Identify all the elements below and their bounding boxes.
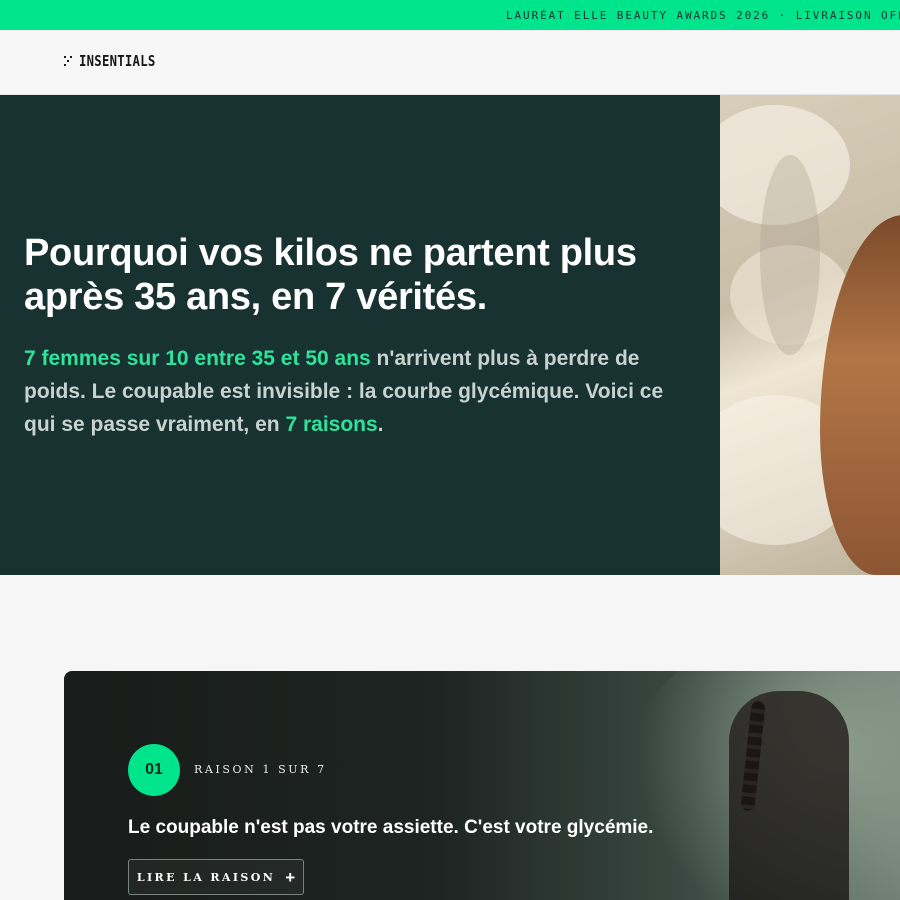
logo[interactable]: INSENTIALS	[64, 52, 172, 70]
logo-dots-icon	[64, 54, 74, 68]
reason-card: 01 RAISON 1 SUR 7 Le coupable n'est pas …	[64, 671, 900, 900]
hero-highlight-stat: 7 femmes sur 10 entre 35 et 50 ans	[24, 347, 371, 370]
hero-image	[720, 95, 900, 575]
announcement-text: LAURÉAT ELLE BEAUTY AWARDS 2026 · LIVRAI…	[506, 9, 900, 22]
site-header: INSENTIALS	[0, 30, 900, 95]
reason-title: Le coupable n'est pas votre assiette. C'…	[128, 817, 654, 838]
reason-number-badge: 01	[128, 744, 180, 796]
hero-highlight-reasons: 7 raisons	[285, 413, 378, 436]
hero-subtitle: 7 femmes sur 10 entre 35 et 50 ans n'arr…	[24, 342, 664, 441]
hero-subtitle-end: .	[377, 413, 384, 436]
read-reason-label: LIRE LA RAISON	[136, 870, 276, 884]
reason-label: RAISON 1 SUR 7	[194, 763, 327, 776]
announcement-bar: LAURÉAT ELLE BEAUTY AWARDS 2026 · LIVRAI…	[0, 0, 900, 30]
logo-text: INSENTIALS	[79, 52, 156, 70]
read-reason-button[interactable]: LIRE LA RAISON +	[128, 859, 304, 895]
hero-section: Pourquoi vos kilos ne partent plus après…	[0, 95, 900, 575]
hero-panel: Pourquoi vos kilos ne partent plus après…	[0, 95, 720, 575]
plus-icon: +	[285, 867, 296, 887]
hero-title: Pourquoi vos kilos ne partent plus après…	[24, 232, 637, 318]
